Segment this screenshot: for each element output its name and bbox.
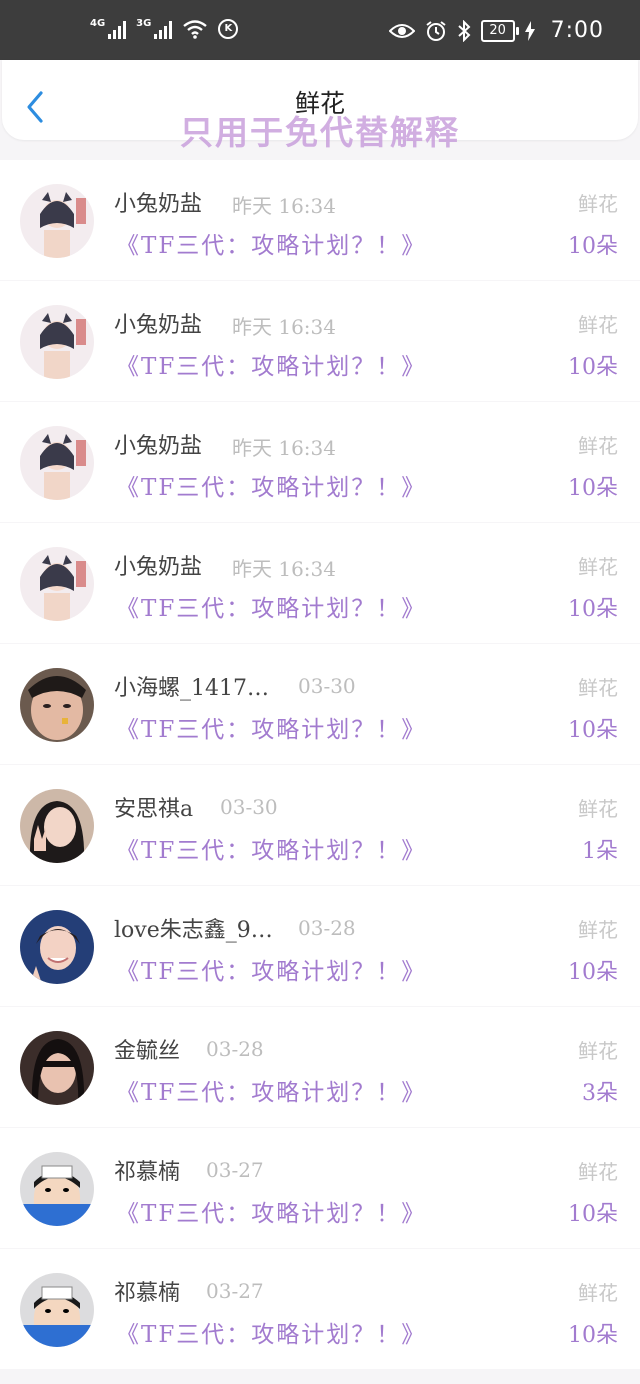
work-title-link[interactable]: 《TF三代：攻略计划？！》 bbox=[116, 710, 426, 744]
list-item[interactable]: love朱志鑫_9… 03-28 《TF三代：攻略计划？！》 鲜花 10朵 bbox=[0, 886, 640, 1006]
work-title-link[interactable]: 《TF三代：攻略计划？！》 bbox=[116, 952, 426, 986]
timestamp: 03-30 bbox=[298, 674, 356, 698]
list-item[interactable]: 小海螺_1417… 03-30 《TF三代：攻略计划？！》 鲜花 10朵 bbox=[0, 644, 640, 764]
user-name[interactable]: 小兔奶盐 bbox=[114, 186, 202, 218]
gift-type-label: 鲜花 bbox=[578, 918, 618, 942]
gift-type-label: 鲜花 bbox=[578, 676, 618, 700]
avatar[interactable] bbox=[20, 184, 94, 258]
list-item[interactable]: 小兔奶盐 昨天 16:34 《TF三代：攻略计划？！》 鲜花 10朵 bbox=[0, 523, 640, 643]
signal-bars-icon bbox=[154, 19, 173, 39]
list-item[interactable]: 金毓丝 03-28 《TF三代：攻略计划？！》 鲜花 3朵 bbox=[0, 1007, 640, 1127]
page-header: 鲜花 bbox=[2, 60, 638, 140]
avatar[interactable] bbox=[20, 1152, 94, 1226]
timestamp: 昨天 16:34 bbox=[232, 315, 336, 339]
eye-icon bbox=[388, 23, 415, 38]
signal-4g: 4G bbox=[90, 18, 127, 39]
avatar[interactable] bbox=[20, 910, 94, 984]
user-name[interactable]: 小海螺_1417… bbox=[114, 670, 269, 702]
work-title-link[interactable]: 《TF三代：攻略计划？！》 bbox=[116, 589, 426, 623]
avatar[interactable] bbox=[20, 547, 94, 621]
list-item[interactable]: 小兔奶盐 昨天 16:34 《TF三代：攻略计划？！》 鲜花 10朵 bbox=[0, 160, 640, 280]
gift-count: 10朵 bbox=[568, 355, 618, 380]
gift-count: 10朵 bbox=[568, 476, 618, 501]
timestamp: 昨天 16:34 bbox=[232, 436, 336, 460]
list-item[interactable]: 祁慕楠 03-27 《TF三代：攻略计划？！》 鲜花 10朵 bbox=[0, 1128, 640, 1248]
avatar[interactable] bbox=[20, 426, 94, 500]
timestamp: 昨天 16:34 bbox=[232, 194, 336, 218]
user-name[interactable]: 祁慕楠 bbox=[114, 1154, 180, 1186]
gift-type-label: 鲜花 bbox=[578, 797, 618, 821]
signal-bars-icon bbox=[108, 19, 127, 39]
user-name[interactable]: 金毓丝 bbox=[114, 1033, 180, 1065]
gift-type-label: 鲜花 bbox=[578, 1281, 618, 1305]
gift-count: 10朵 bbox=[568, 1323, 618, 1348]
gift-type-label: 鲜花 bbox=[578, 434, 618, 458]
timestamp: 03-28 bbox=[298, 916, 356, 940]
user-name[interactable]: love朱志鑫_9… bbox=[114, 912, 273, 944]
k-badge-icon: K bbox=[218, 18, 239, 39]
list-item[interactable]: 祁慕楠 03-27 《TF三代：攻略计划？！》 鲜花 10朵 bbox=[0, 1249, 640, 1369]
timestamp: 03-30 bbox=[220, 795, 278, 819]
gift-count: 10朵 bbox=[568, 960, 618, 985]
work-title-link[interactable]: 《TF三代：攻略计划？！》 bbox=[116, 1315, 426, 1349]
avatar[interactable] bbox=[20, 789, 94, 863]
gift-count: 10朵 bbox=[568, 234, 618, 259]
bluetooth-icon bbox=[457, 19, 471, 42]
user-name[interactable]: 小兔奶盐 bbox=[114, 307, 202, 339]
work-title-link[interactable]: 《TF三代：攻略计划？！》 bbox=[116, 226, 426, 260]
gift-type-label: 鲜花 bbox=[578, 192, 618, 216]
avatar[interactable] bbox=[20, 668, 94, 742]
list-item[interactable]: 小兔奶盐 昨天 16:34 《TF三代：攻略计划？！》 鲜花 10朵 bbox=[0, 402, 640, 522]
gift-type-label: 鲜花 bbox=[578, 1160, 618, 1184]
avatar[interactable] bbox=[20, 1273, 94, 1347]
network-type-label: 3G bbox=[136, 18, 152, 29]
battery-icon: 20 bbox=[480, 19, 519, 42]
user-name[interactable]: 祁慕楠 bbox=[114, 1275, 180, 1307]
signal-3g: 3G bbox=[136, 18, 173, 39]
timestamp: 03-28 bbox=[206, 1037, 264, 1061]
work-title-link[interactable]: 《TF三代：攻略计划？！》 bbox=[116, 1194, 426, 1228]
network-type-label: 4G bbox=[90, 18, 106, 29]
page-title: 鲜花 bbox=[294, 89, 345, 118]
avatar[interactable] bbox=[20, 1031, 94, 1105]
gift-count: 3朵 bbox=[582, 1081, 618, 1106]
user-name[interactable]: 小兔奶盐 bbox=[114, 428, 202, 460]
gift-count: 1朵 bbox=[582, 839, 618, 864]
status-left: 4G 3G K bbox=[90, 18, 239, 39]
gift-type-label: 鲜花 bbox=[578, 313, 618, 337]
status-right: 20 7:00 bbox=[388, 18, 604, 43]
alarm-icon bbox=[425, 20, 446, 41]
user-name[interactable]: 安思祺a bbox=[114, 791, 193, 823]
wifi-icon bbox=[183, 19, 208, 39]
clock-time: 7:00 bbox=[550, 18, 604, 43]
work-title-link[interactable]: 《TF三代：攻略计划？！》 bbox=[116, 831, 426, 865]
work-title-link[interactable]: 《TF三代：攻略计划？！》 bbox=[116, 468, 426, 502]
avatar[interactable] bbox=[20, 305, 94, 379]
gift-type-label: 鲜花 bbox=[578, 1039, 618, 1063]
gift-type-label: 鲜花 bbox=[578, 555, 618, 579]
gift-record-list: 小兔奶盐 昨天 16:34 《TF三代：攻略计划？！》 鲜花 10朵 小兔奶盐 昨天 16:… bbox=[0, 160, 640, 1370]
user-name[interactable]: 小兔奶盐 bbox=[114, 549, 202, 581]
status-bar: 4G 3G K 20 7:00 bbox=[0, 0, 640, 60]
gift-count: 10朵 bbox=[568, 597, 618, 622]
list-item[interactable]: 安思祺a 03-30 《TF三代：攻略计划？！》 鲜花 1朵 bbox=[0, 765, 640, 885]
gift-count: 10朵 bbox=[568, 718, 618, 743]
list-item[interactable]: 小兔奶盐 昨天 16:34 《TF三代：攻略计划？！》 鲜花 10朵 bbox=[0, 281, 640, 401]
work-title-link[interactable]: 《TF三代：攻略计划？！》 bbox=[116, 347, 426, 381]
work-title-link[interactable]: 《TF三代：攻略计划？！》 bbox=[116, 1073, 426, 1107]
gift-count: 10朵 bbox=[568, 1202, 618, 1227]
timestamp: 03-27 bbox=[206, 1158, 264, 1182]
timestamp: 03-27 bbox=[206, 1279, 264, 1303]
charging-icon bbox=[524, 20, 535, 41]
timestamp: 昨天 16:34 bbox=[232, 557, 336, 581]
